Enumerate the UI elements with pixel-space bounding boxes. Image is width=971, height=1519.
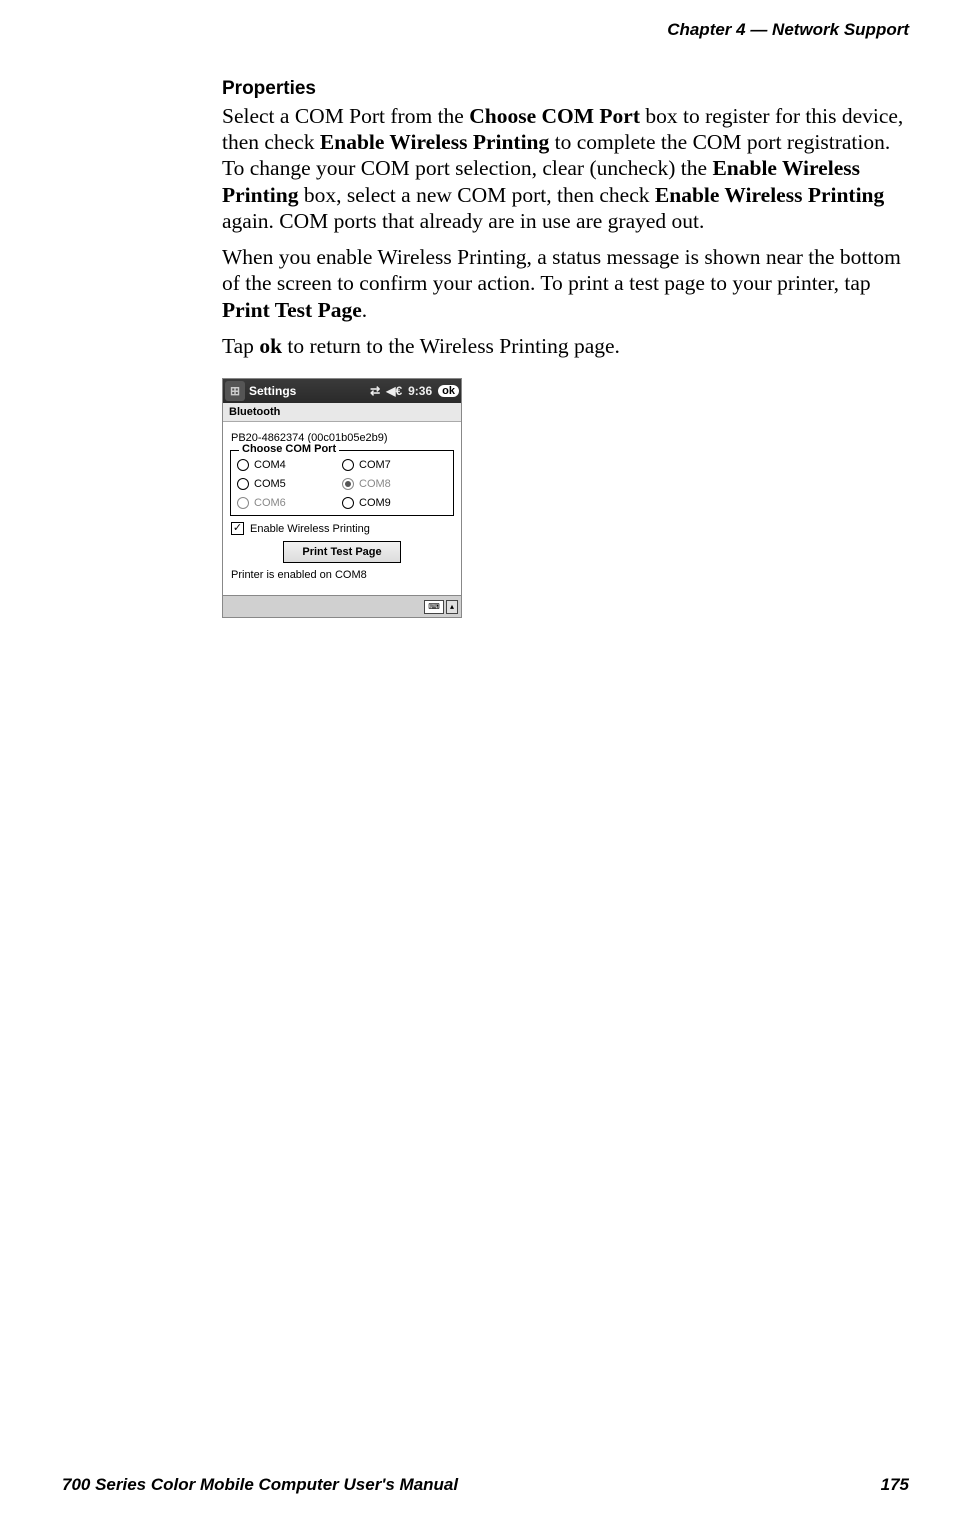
start-icon[interactable]: ⊞ <box>225 381 245 401</box>
radio-icon <box>342 459 354 471</box>
radio-com5[interactable]: COM5 <box>237 476 342 492</box>
radio-icon <box>342 478 354 490</box>
paragraph-3: Tap ok to return to the Wireless Printin… <box>222 333 908 359</box>
text: . <box>362 298 367 322</box>
main-content: Properties Select a COM Port from the Ch… <box>222 78 908 369</box>
section-title: Properties <box>222 78 908 100</box>
bold-text: Choose COM Port <box>469 104 640 128</box>
connectivity-icon[interactable]: ⇄ <box>370 384 380 398</box>
text: to return to the Wireless Printing page. <box>282 334 620 358</box>
enable-wireless-printing-checkbox[interactable]: ✓ Enable Wireless Printing <box>231 522 453 535</box>
device-screenshot: ⊞ Settings ⇄ ◀€ 9:36 ok Bluetooth PB20-4… <box>222 378 462 618</box>
bold-text: ok <box>259 334 282 358</box>
radio-icon <box>342 497 354 509</box>
radio-label: COM8 <box>359 478 391 490</box>
bold-text: Enable Wireless Printing <box>320 130 549 154</box>
checkbox-label: Enable Wireless Printing <box>250 523 370 535</box>
radio-label: COM5 <box>254 478 286 490</box>
radio-com4[interactable]: COM4 <box>237 457 342 473</box>
status-message: Printer is enabled on COM8 <box>231 569 453 581</box>
radio-com6: COM6 <box>237 495 342 511</box>
radio-label: COM4 <box>254 459 286 471</box>
bold-text: Print Test Page <box>222 298 362 322</box>
radio-label: COM6 <box>254 497 286 509</box>
radio-icon <box>237 478 249 490</box>
page-footer: 700 Series Color Mobile Computer User's … <box>62 1475 909 1495</box>
checkbox-icon: ✓ <box>231 522 244 535</box>
dialog-area: PB20-4862374 (00c01b05e2b9) Choose COM P… <box>223 422 461 595</box>
page-header: Chapter 4 — Network Support <box>667 20 909 40</box>
bold-text: Enable Wireless Printing <box>655 183 884 207</box>
text: When you enable Wireless Printing, a sta… <box>222 245 901 295</box>
radio-com7[interactable]: COM7 <box>342 457 447 473</box>
radio-dot-icon <box>345 481 351 487</box>
titlebar-label: Settings <box>249 384 296 398</box>
radio-icon <box>237 459 249 471</box>
text: again. COM ports that already are in use… <box>222 209 704 233</box>
titlebar: ⊞ Settings ⇄ ◀€ 9:36 ok <box>223 379 461 403</box>
com-port-fieldset: Choose COM Port COM4 COM5 COM6 <box>230 450 454 516</box>
clock: 9:36 <box>408 384 432 398</box>
radio-label: COM9 <box>359 497 391 509</box>
radio-com8: COM8 <box>342 476 447 492</box>
sip-bar: ⌨ ▴ <box>223 595 461 617</box>
radio-com9[interactable]: COM9 <box>342 495 447 511</box>
footer-title: 700 Series Color Mobile Computer User's … <box>62 1475 458 1495</box>
print-test-page-button[interactable]: Print Test Page <box>283 541 401 563</box>
radio-icon <box>237 497 249 509</box>
text: Tap <box>222 334 259 358</box>
radio-label: COM7 <box>359 459 391 471</box>
text: Select a COM Port from the <box>222 104 469 128</box>
keyboard-icon[interactable]: ⌨ <box>424 600 444 614</box>
fieldset-legend: Choose COM Port <box>239 443 339 455</box>
page-number: 175 <box>881 1475 909 1495</box>
sip-arrow-icon[interactable]: ▴ <box>446 600 458 614</box>
ok-button[interactable]: ok <box>438 385 459 397</box>
volume-icon[interactable]: ◀€ <box>386 384 402 398</box>
paragraph-2: When you enable Wireless Printing, a sta… <box>222 244 908 323</box>
paragraph-1: Select a COM Port from the Choose COM Po… <box>222 103 908 234</box>
bluetooth-label: Bluetooth <box>223 403 461 422</box>
text: box, select a new COM port, then check <box>298 183 654 207</box>
